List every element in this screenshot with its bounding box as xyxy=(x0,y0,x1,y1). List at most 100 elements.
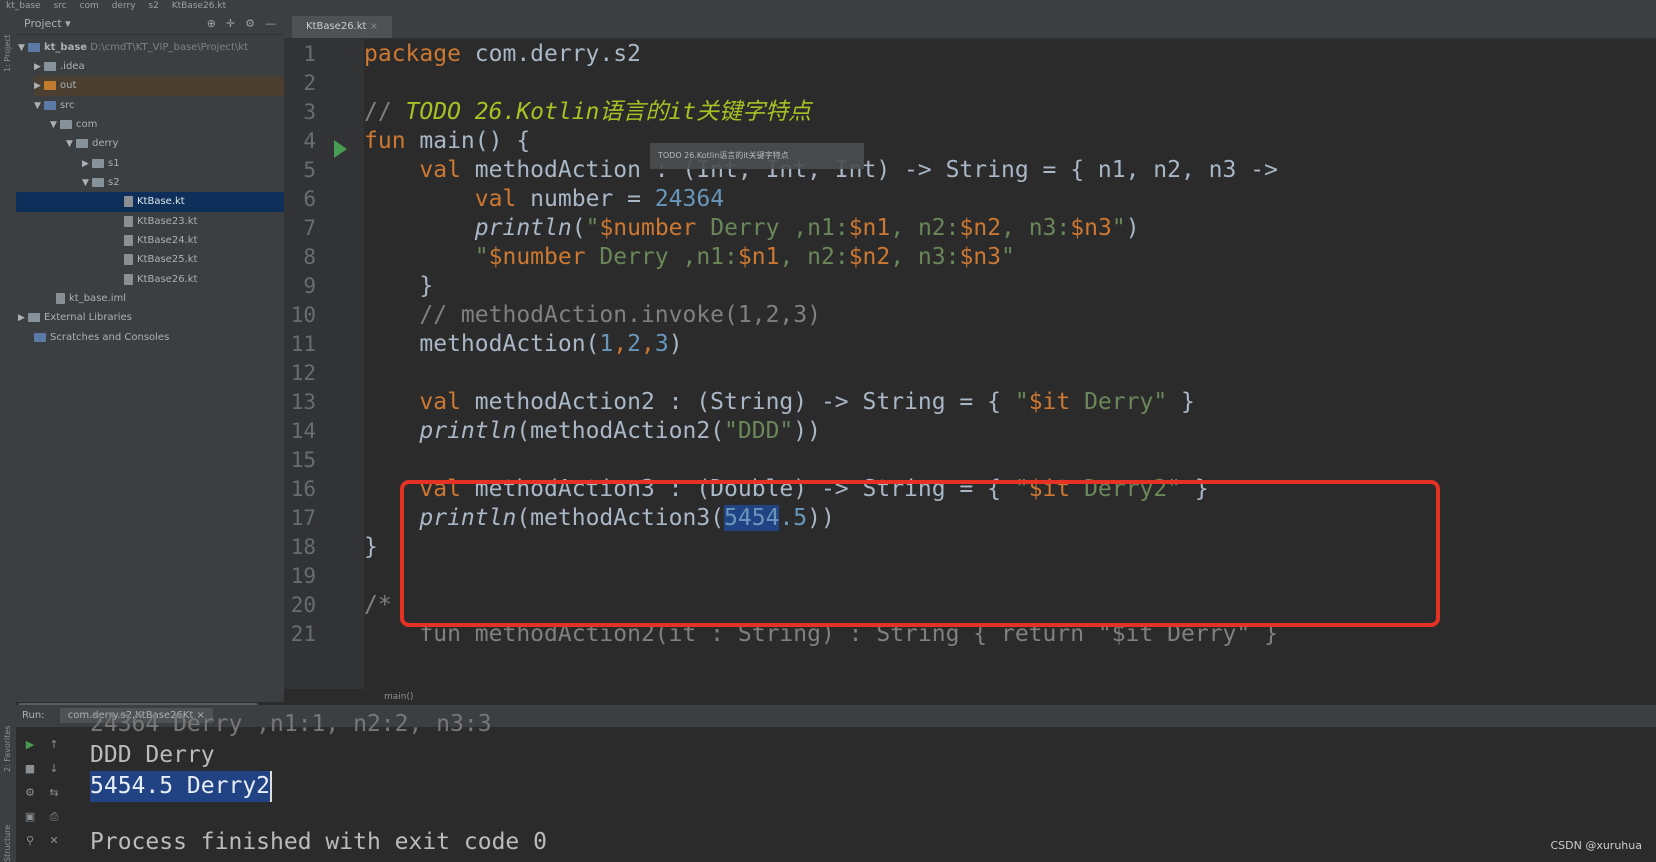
console-line-exit: Process finished with exit code 0 xyxy=(90,829,547,855)
folder-icon xyxy=(92,158,104,168)
scratches-icon xyxy=(34,332,46,342)
run-gutter-icon[interactable] xyxy=(334,140,347,158)
kotlin-file-icon xyxy=(124,253,133,265)
code-line-10: // methodAction.invoke(1,2,3) xyxy=(364,302,821,328)
print-icon[interactable]: ⎙ xyxy=(46,809,62,825)
tree-item-src[interactable]: ▼ src xyxy=(34,96,75,116)
tree-item-iml[interactable]: kt_base.iml xyxy=(56,289,126,309)
line-number: 5 xyxy=(303,158,316,182)
kotlin-file-icon xyxy=(124,195,133,207)
line-number: 21 xyxy=(290,622,316,646)
code-line-3: // TODO 26.Kotlin语言的it关键字特点 xyxy=(364,99,812,125)
gear-icon[interactable]: ⚙ xyxy=(245,17,255,30)
expand-icon[interactable]: ✛ xyxy=(226,17,235,30)
project-panel-header: Project ▾ ⊕ ✛ ⚙ — xyxy=(16,12,284,35)
code-line-18: } xyxy=(364,534,378,560)
run-console[interactable]: 24364 Derry ,n1:1, n2:2, n3:3 DDD Derry … xyxy=(70,711,1656,862)
line-number: 18 xyxy=(290,535,316,559)
settings-icon[interactable]: ⚙ xyxy=(22,785,38,801)
editor-breadcrumb[interactable]: main() xyxy=(284,689,1656,705)
tree-item-s2[interactable]: ▼ s2 xyxy=(82,173,120,193)
tree-item-com[interactable]: ▼ com xyxy=(50,115,97,135)
kotlin-file-icon xyxy=(124,215,133,227)
tree-item-idea[interactable]: ▶ .idea xyxy=(34,57,85,77)
tree-item-derry[interactable]: ▼ derry xyxy=(66,134,118,154)
project-tool-label[interactable]: 1: Project xyxy=(3,34,12,72)
code-line-9: } xyxy=(364,273,434,299)
folder-icon xyxy=(60,119,72,129)
tree-item-ktbase25[interactable]: KtBase25.kt xyxy=(124,250,197,270)
project-panel: Project ▾ ⊕ ✛ ⚙ — ▼ kt_base D:\cmdT\KT_VI… xyxy=(16,12,284,708)
code-line-1: package com.derry.s2 xyxy=(364,41,641,67)
console-line-partial: 24364 Derry ,n1:1, n2:2, n3:3 xyxy=(90,711,492,737)
pin-icon[interactable]: ⚲ xyxy=(22,833,38,849)
annotation-highlight-box xyxy=(400,480,1440,627)
tree-item-external-libraries[interactable]: ▶ External Libraries xyxy=(18,308,132,328)
line-number: 6 xyxy=(303,187,316,211)
module-file-icon xyxy=(56,292,65,304)
run-label: Run: xyxy=(22,710,45,721)
nav-item-src[interactable]: src xyxy=(54,1,67,11)
code-line-6: val number = 24364 xyxy=(364,186,725,212)
folder-icon xyxy=(44,100,56,110)
tree-item-out[interactable]: ▶ out xyxy=(34,76,284,96)
line-number: 10 xyxy=(290,303,316,327)
structure-tool-label[interactable]: Structure xyxy=(3,825,12,862)
nav-item-project[interactable]: kt_base xyxy=(6,1,41,11)
nav-item-file[interactable]: KtBase26.kt xyxy=(172,1,226,11)
kotlin-file-icon xyxy=(124,234,133,246)
tree-item-ktbase[interactable]: KtBase.kt xyxy=(16,192,284,212)
tree-item-root[interactable]: ▼ kt_base D:\cmdT\KT_VIP_base\Project\kt xyxy=(18,38,248,58)
layout-icon[interactable]: ▣ xyxy=(22,809,38,825)
tree-item-ktbase23[interactable]: KtBase23.kt xyxy=(124,212,197,232)
folder-icon xyxy=(44,80,56,90)
favorites-tool-label[interactable]: 2: Favorites xyxy=(3,726,12,772)
line-number: 2 xyxy=(303,71,316,95)
code-line-11: methodAction(1,2,3) xyxy=(364,331,683,357)
soft-wrap-icon[interactable]: ⇆ xyxy=(46,785,62,801)
line-number: 3 xyxy=(303,100,316,124)
nav-item-com[interactable]: com xyxy=(80,1,99,11)
left-tool-stripe: 1: Project 2: Favorites Structure xyxy=(0,12,17,862)
hide-icon[interactable]: — xyxy=(265,17,276,30)
tree-item-ktbase24[interactable]: KtBase24.kt xyxy=(124,231,197,251)
tree-item-ktbase26[interactable]: KtBase26.kt xyxy=(124,270,197,290)
code-line-13: val methodAction2 : (String) -> String =… xyxy=(364,389,1195,415)
tab-ktbase26[interactable]: KtBase26.kt × xyxy=(292,16,393,38)
line-number: 19 xyxy=(290,564,316,588)
line-number: 12 xyxy=(290,361,316,385)
scroll-down-icon[interactable]: ↓ xyxy=(46,761,62,777)
line-number: 7 xyxy=(303,216,316,240)
nav-item-derry[interactable]: derry xyxy=(112,1,136,11)
folder-icon xyxy=(92,177,104,187)
line-number: 17 xyxy=(290,506,316,530)
code-line-4: fun main() { xyxy=(364,128,531,154)
line-number: 14 xyxy=(290,419,316,443)
tree-item-s1[interactable]: ▶ s1 xyxy=(82,154,120,174)
code-line-20: /* xyxy=(364,592,392,618)
line-number: 11 xyxy=(290,332,316,356)
run-toolbar: ▶ ↑ ■ ↓ ⚙ ⇆ ▣ ⎙ ⚲ ✕ xyxy=(16,727,70,862)
nav-item-s2[interactable]: s2 xyxy=(148,1,158,11)
project-view-selector[interactable]: Project ▾ xyxy=(24,17,71,30)
navigation-breadcrumb: kt_base src com derry s2 KtBase26.kt xyxy=(0,0,1656,12)
line-number: 4 xyxy=(303,129,316,153)
todo-tooltip: TODO 26.Kotlin语言的it关键字特点 xyxy=(650,143,864,169)
editor-tab-bar: KtBase26.kt × xyxy=(284,12,1656,39)
line-number: 16 xyxy=(290,477,316,501)
line-number: 20 xyxy=(290,593,316,617)
scroll-up-icon[interactable]: ↑ xyxy=(46,737,62,753)
close-icon[interactable]: × xyxy=(370,21,378,32)
code-line-14: println(methodAction2("DDD")) xyxy=(364,418,821,444)
stop-icon[interactable]: ■ xyxy=(22,761,38,777)
locate-icon[interactable]: ⊕ xyxy=(207,17,216,30)
rerun-icon[interactable]: ▶ xyxy=(22,737,38,753)
tree-item-scratches[interactable]: Scratches and Consoles xyxy=(34,328,169,348)
editor-gutter: 1 2 3 4 5 6 7 8 9 10 11 12 13 14 15 16 1… xyxy=(284,39,364,689)
code-line-7: println("$number Derry ,n1:$n1, n2:$n2, … xyxy=(364,215,1140,241)
delete-icon[interactable]: ✕ xyxy=(46,833,62,849)
line-number: 15 xyxy=(290,448,316,472)
folder-icon xyxy=(44,61,56,71)
kotlin-file-icon xyxy=(124,273,133,285)
line-number: 9 xyxy=(303,274,316,298)
